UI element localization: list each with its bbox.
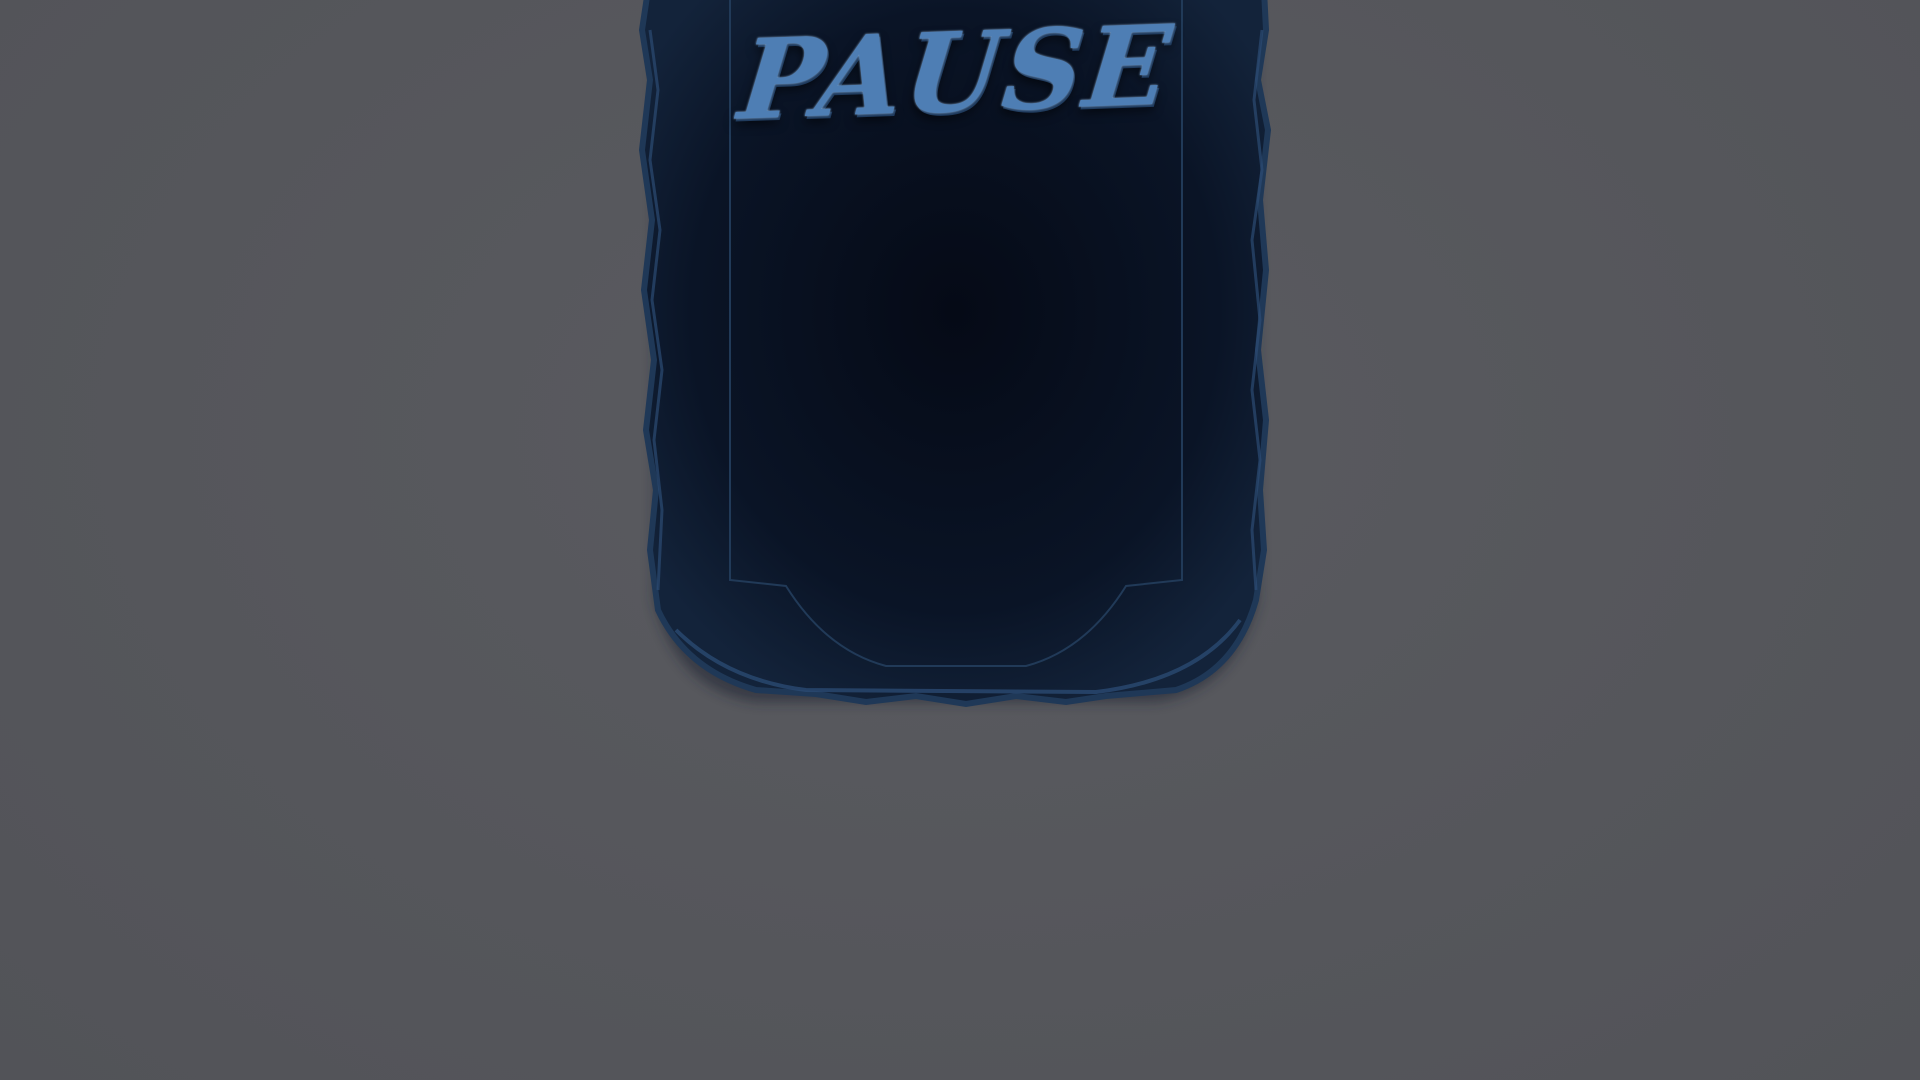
pause-panel: PAUSE [636, 0, 1276, 760]
pause-title: PAUSE [733, 0, 1179, 145]
game-screen: PAUSE [0, 0, 1920, 1080]
